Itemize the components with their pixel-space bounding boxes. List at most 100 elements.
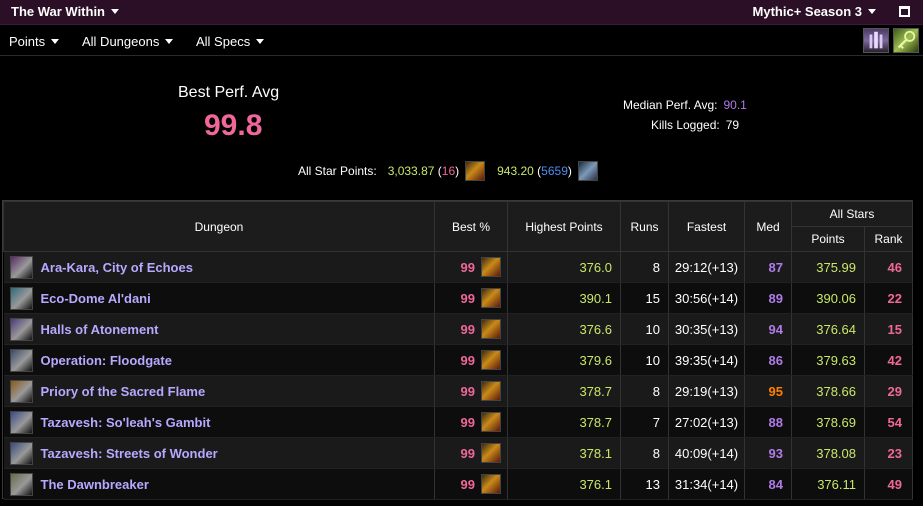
cell-fastest: 39:35(+14): [668, 344, 745, 376]
all-star-rank-class: 16: [441, 164, 456, 178]
cell-runs: 15: [620, 282, 669, 314]
floodgate-icon: [9, 348, 33, 372]
dawnbreaker-icon: [9, 472, 33, 496]
cell-rank: 42: [864, 344, 913, 376]
expansion-label: The War Within: [11, 4, 106, 19]
dungeon-name: Priory of the Sacred Flame: [40, 383, 206, 399]
cell-runs: 7: [620, 406, 669, 438]
chevron-down-icon: [165, 39, 174, 44]
cell-highest-points: 376.6: [507, 313, 621, 345]
dungeon-name: Ara-Kara, City of Echoes: [40, 259, 193, 275]
all-star-label: All Star Points:: [298, 164, 377, 178]
spec-fire-icon: [481, 443, 501, 463]
header-med[interactable]: Med: [744, 201, 792, 252]
kills-logged-label: Kills Logged:: [651, 118, 720, 132]
spec-frost-icon[interactable]: [577, 161, 598, 181]
header-best[interactable]: Best %: [434, 201, 508, 252]
top-bar: The War Within Mythic+ Season 3: [0, 0, 923, 25]
best-perf-value: 99.8: [204, 109, 263, 142]
table-row[interactable]: Tazavesh: So'leah's Gambit 99 378.7 7 27…: [3, 406, 913, 438]
maximize-icon[interactable]: [899, 6, 910, 17]
cell-best: 99: [434, 468, 508, 500]
season-label: Mythic+ Season 3: [752, 4, 862, 19]
dungeon-link[interactable]: Ara-Kara, City of Echoes: [4, 255, 435, 279]
table-row[interactable]: Tazavesh: Streets of Wonder 99 378.1 8 4…: [3, 437, 913, 469]
cell-best: 99: [434, 437, 508, 469]
header-points[interactable]: Points: [791, 226, 865, 252]
cell-runs: 13: [620, 468, 669, 500]
cell-runs: 8: [620, 375, 669, 407]
expansion-selector[interactable]: The War Within: [11, 4, 120, 19]
cell-rank: 46: [864, 251, 913, 283]
cell-dungeon: Eco-Dome Al'dani: [3, 282, 435, 314]
raid-icon[interactable]: [863, 28, 889, 53]
cell-dungeon: Tazavesh: So'leah's Gambit: [3, 406, 435, 438]
dungeon-link[interactable]: Priory of the Sacred Flame: [4, 379, 435, 403]
dungeon-link[interactable]: The Dawnbreaker: [4, 472, 435, 496]
table-row[interactable]: Operation: Floodgate 99 379.6 10 39:35(+…: [3, 344, 913, 376]
cell-rank: 23: [864, 437, 913, 469]
cell-highest-points: 378.1: [507, 437, 621, 469]
header-dungeon[interactable]: Dungeon: [3, 201, 435, 252]
all-star-points: All Star Points: 3,033.87 (16) 943.20 (5…: [298, 161, 598, 181]
metric-filter[interactable]: Points: [9, 34, 60, 49]
mythic-key-icon[interactable]: [893, 28, 919, 53]
spec-fire-icon: [481, 412, 501, 432]
best-percent: 99: [460, 414, 475, 430]
cell-med: 93: [744, 437, 792, 469]
spec-filter[interactable]: All Specs: [196, 34, 265, 49]
header-allstars: All Stars: [791, 201, 913, 227]
cell-runs: 10: [620, 344, 669, 376]
all-star-points-class: 3,033.87: [387, 164, 435, 178]
dungeon-link[interactable]: Halls of Atonement: [4, 317, 435, 341]
cell-runs: 8: [620, 437, 669, 469]
cell-allstar-points: 375.99: [791, 251, 865, 283]
best-percent: 99: [460, 259, 475, 275]
header-rank[interactable]: Rank: [864, 226, 913, 252]
dungeon-link[interactable]: Operation: Floodgate: [4, 348, 435, 372]
dungeon-table: Dungeon Best % Highest Points Runs Faste…: [2, 200, 913, 500]
dungeon-name: The Dawnbreaker: [40, 476, 149, 492]
dungeon-link[interactable]: Tazavesh: So'leah's Gambit: [4, 410, 435, 434]
table-row[interactable]: The Dawnbreaker 99 376.1 13 31:34(+14) 8…: [3, 468, 913, 500]
cell-rank: 54: [864, 406, 913, 438]
chevron-down-icon: [256, 39, 265, 44]
best-percent: 99: [460, 445, 475, 461]
cell-rank: 15: [864, 313, 913, 345]
summary-panel: Best Perf. Avg 99.8 Median Perf. Avg: 90.…: [0, 57, 923, 195]
cell-fastest: 30:35(+13): [668, 313, 745, 345]
tazavesh-streets-icon: [9, 441, 33, 465]
header-fastest[interactable]: Fastest: [668, 201, 745, 252]
header-highest[interactable]: Highest Points: [507, 201, 621, 252]
cell-dungeon: Halls of Atonement: [3, 313, 435, 345]
dungeon-link[interactable]: Eco-Dome Al'dani: [4, 286, 435, 310]
header-runs[interactable]: Runs: [620, 201, 669, 252]
priory-icon: [9, 379, 33, 403]
cell-best: 99: [434, 344, 508, 376]
dungeon-name: Tazavesh: Streets of Wonder: [40, 445, 218, 461]
spec-fire-icon: [481, 350, 501, 370]
kills-logged-value: 79: [725, 118, 740, 132]
table-row[interactable]: Eco-Dome Al'dani 99 390.1 15 30:56(+14) …: [3, 282, 913, 314]
dungeon-filter[interactable]: All Dungeons: [82, 34, 174, 49]
median-perf-label: Median Perf. Avg:: [623, 98, 718, 112]
cell-dungeon: Tazavesh: Streets of Wonder: [3, 437, 435, 469]
dungeon-filter-label: All Dungeons: [82, 34, 160, 49]
table-row[interactable]: Priory of the Sacred Flame 99 378.7 8 29…: [3, 375, 913, 407]
table-row[interactable]: Halls of Atonement 99 376.6 10 30:35(+13…: [3, 313, 913, 345]
cell-med: 95: [744, 375, 792, 407]
dungeon-name: Operation: Floodgate: [40, 352, 172, 368]
best-percent: 99: [460, 352, 475, 368]
cell-fastest: 29:12(+13): [668, 251, 745, 283]
filter-bar: Points All Dungeons All Specs: [0, 26, 923, 56]
tazavesh-gambit-icon: [9, 410, 33, 434]
cell-med: 86: [744, 344, 792, 376]
season-selector[interactable]: Mythic+ Season 3: [753, 4, 876, 19]
dungeon-link[interactable]: Tazavesh: Streets of Wonder: [4, 441, 435, 465]
table-row[interactable]: Ara-Kara, City of Echoes 99 376.0 8 29:1…: [3, 251, 913, 283]
best-percent: 99: [460, 383, 475, 399]
all-star-points-spec: 943.20: [497, 164, 534, 178]
cell-allstar-points: 376.11: [791, 468, 865, 500]
spec-fire-icon[interactable]: [465, 161, 486, 181]
cell-allstar-points: 376.64: [791, 313, 865, 345]
